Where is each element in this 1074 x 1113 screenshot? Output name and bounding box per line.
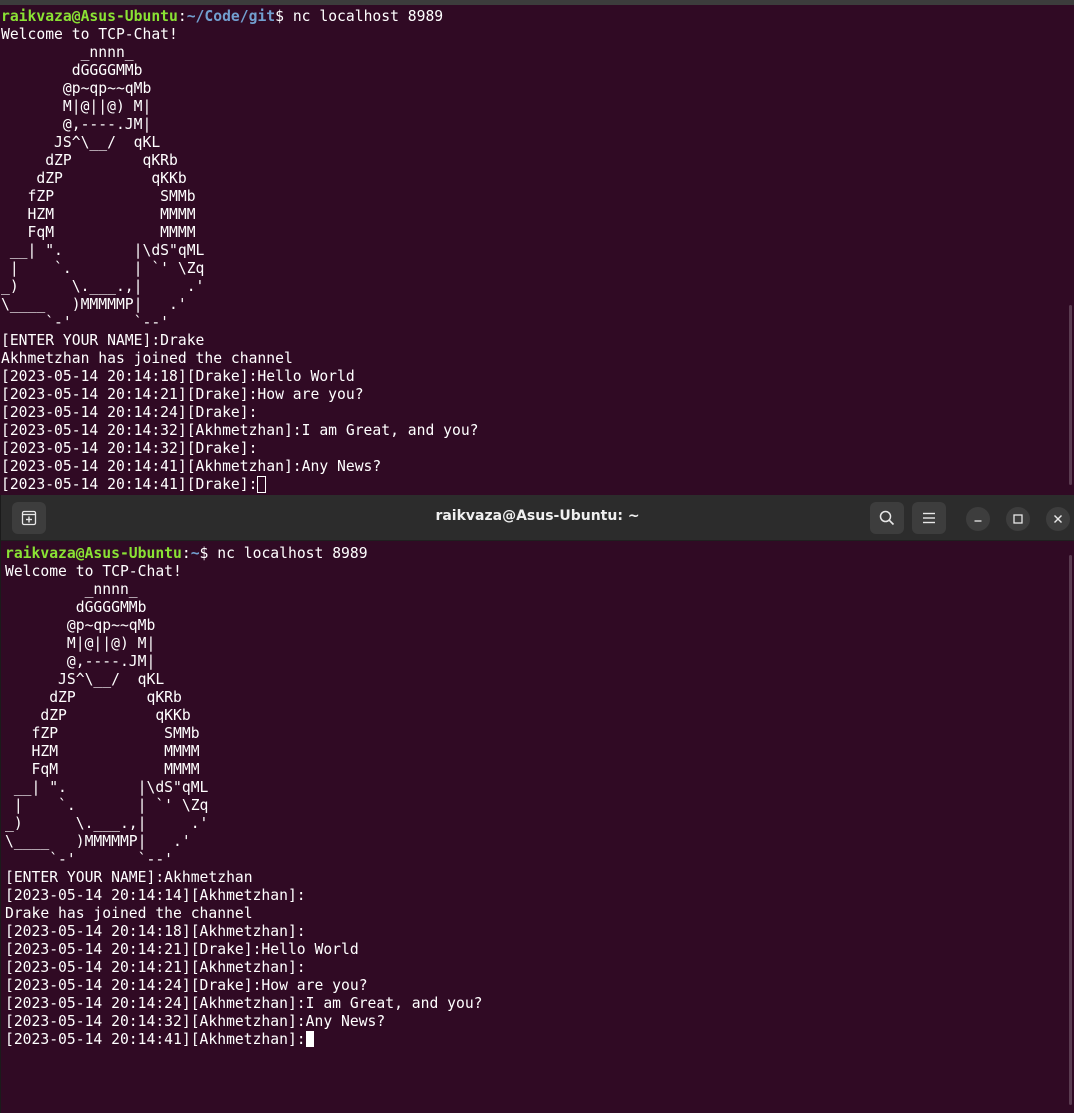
maximize-icon (1013, 514, 1023, 524)
terminal-line: Welcome to TCP-Chat! (1, 26, 178, 43)
input-line[interactable]: [2023-05-14 20:14:41][Akhmetzhan]: (5, 1031, 1060, 1049)
terminal-line: \____ )MMMMMP| .' (5, 833, 191, 850)
terminal-line: __| ". |\dS"qML (1, 242, 205, 259)
terminal-line: [ENTER YOUR NAME]:Drake (1, 332, 205, 349)
prompt-user: raikvaza@Asus-Ubuntu (5, 545, 182, 562)
terminal-line: [2023-05-14 20:14:14][Akhmetzhan]: (5, 887, 306, 904)
search-icon (879, 510, 895, 526)
terminal-line: Akhmetzhan has joined the channel (1, 350, 293, 367)
terminal-line: __| ". |\dS"qML (5, 779, 209, 796)
terminal-line: @,----.JM| (5, 653, 156, 670)
terminal-line: `-' `--' (5, 851, 174, 868)
terminal-line: HZM MMMM (5, 743, 200, 760)
input-prefix: [2023-05-14 20:14:41][Akhmetzhan]: (5, 1031, 306, 1048)
terminal-scrollbar[interactable] (1069, 555, 1072, 1105)
terminal-window-akhmetzhan[interactable]: raikvaza@Asus-Ubuntu: ~ raikvaza@Asus-Ub… (0, 495, 1074, 1113)
terminal-line: [2023-05-14 20:14:24][Drake]:How are you… (5, 977, 368, 994)
command-text: nc localhost 8989 (292, 8, 444, 25)
terminal-line: _nnnn_ (1, 44, 134, 61)
terminal-line: [2023-05-14 20:14:21][Drake]:Hello World (5, 941, 359, 958)
terminal-line: dZP qKRb (1, 152, 178, 169)
menu-button[interactable] (912, 502, 946, 534)
minimize-button[interactable] (966, 507, 990, 531)
terminal-line: dGGGGMMb (5, 599, 147, 616)
terminal-line: HZM MMMM (1, 206, 196, 223)
terminal-line: | `. | `' \Zq (1, 260, 205, 277)
terminal-line: JS^\__/ qKL (5, 671, 165, 688)
output-lines: Welcome to TCP-Chat! _nnnn_ dGGGGMMb @p~… (1, 26, 1060, 476)
command-text: nc localhost 8989 (217, 545, 368, 562)
terminal-line: `-' `--' (1, 314, 170, 331)
terminal-line: [2023-05-14 20:14:21][Drake]:How are you… (1, 386, 364, 403)
prompt-path: ~ (190, 545, 200, 562)
terminal-line: dZP qKKb (5, 707, 191, 724)
terminal-line: [2023-05-14 20:14:18][Drake]:Hello World (1, 368, 355, 385)
terminal-line: dZP qKRb (5, 689, 182, 706)
terminal-line: Drake has joined the channel (5, 905, 253, 922)
terminal-window-drake[interactable]: raikvaza@Asus-Ubuntu:~/Code/git$ nc loca… (0, 5, 1074, 495)
terminal-output-akhmetzhan[interactable]: raikvaza@Asus-Ubuntu:~$ nc localhost 898… (1, 545, 1060, 1113)
terminal-line: @p~qp~~qMb (1, 80, 152, 97)
terminal-line: fZP SMMb (5, 725, 200, 742)
minimize-icon (974, 520, 982, 522)
terminal-line: | `. | `' \Zq (5, 797, 209, 814)
terminal-line: [2023-05-14 20:14:41][Akhmetzhan]:Any Ne… (1, 458, 382, 475)
terminal-line: _) \.___.,| .' (1, 278, 205, 295)
terminal-line: Welcome to TCP-Chat! (5, 563, 182, 580)
terminal-line: JS^\__/ qKL (1, 134, 161, 151)
close-button[interactable] (1046, 507, 1070, 531)
text-cursor (305, 1031, 314, 1047)
terminal-line: [2023-05-14 20:14:24][Akhmetzhan]:I am G… (5, 995, 483, 1012)
terminal-line: [2023-05-14 20:14:18][Akhmetzhan]: (5, 923, 306, 940)
maximize-button[interactable] (1006, 507, 1030, 531)
terminal-line: fZP SMMb (1, 188, 196, 205)
terminal-line: [2023-05-14 20:14:32][Drake]: (1, 440, 258, 457)
terminal-line: [2023-05-14 20:14:24][Drake]: (1, 404, 258, 421)
text-cursor (257, 476, 267, 493)
terminal-line: dZP qKKb (1, 170, 187, 187)
terminal-line: \____ )MMMMMP| .' (1, 296, 187, 313)
output-lines: Welcome to TCP-Chat! _nnnn_ dGGGGMMb @p~… (5, 563, 1060, 1031)
terminal-line: FqM MMMM (5, 761, 200, 778)
terminal-line: [2023-05-14 20:14:21][Akhmetzhan]: (5, 959, 306, 976)
terminal-line: M|@||@) M| (1, 98, 152, 115)
terminal-line: @,----.JM| (1, 116, 152, 133)
terminal-scrollbar[interactable] (1069, 305, 1072, 485)
input-prefix: [2023-05-14 20:14:41][Drake]: (1, 476, 258, 493)
input-line[interactable]: [2023-05-14 20:14:41][Drake]: (1, 476, 1060, 494)
terminal-line: [2023-05-14 20:14:32][Akhmetzhan]:Any Ne… (5, 1013, 386, 1030)
close-icon (1054, 515, 1062, 523)
terminal-line: dGGGGMMb (1, 62, 143, 79)
terminal-output-drake[interactable]: raikvaza@Asus-Ubuntu:~/Code/git$ nc loca… (0, 8, 1060, 495)
prompt-line: raikvaza@Asus-Ubuntu:~$ nc localhost 898… (5, 545, 368, 562)
search-button[interactable] (870, 502, 904, 534)
terminal-line: _) \.___.,| .' (5, 815, 209, 832)
window-header-bar[interactable]: raikvaza@Asus-Ubuntu: ~ (1, 495, 1074, 541)
terminal-line: _nnnn_ (5, 581, 138, 598)
prompt-line: raikvaza@Asus-Ubuntu:~/Code/git$ nc loca… (1, 8, 444, 25)
terminal-line: M|@||@) M| (5, 635, 156, 652)
terminal-line: [ENTER YOUR NAME]:Akhmetzhan (5, 869, 253, 886)
hamburger-menu-icon (923, 512, 935, 524)
terminal-line: @p~qp~~qMb (5, 617, 156, 634)
prompt-user: raikvaza@Asus-Ubuntu (1, 8, 178, 25)
terminal-line: FqM MMMM (1, 224, 196, 241)
terminal-line: [2023-05-14 20:14:32][Akhmetzhan]:I am G… (1, 422, 479, 439)
prompt-path: ~/Code/git (186, 8, 276, 25)
